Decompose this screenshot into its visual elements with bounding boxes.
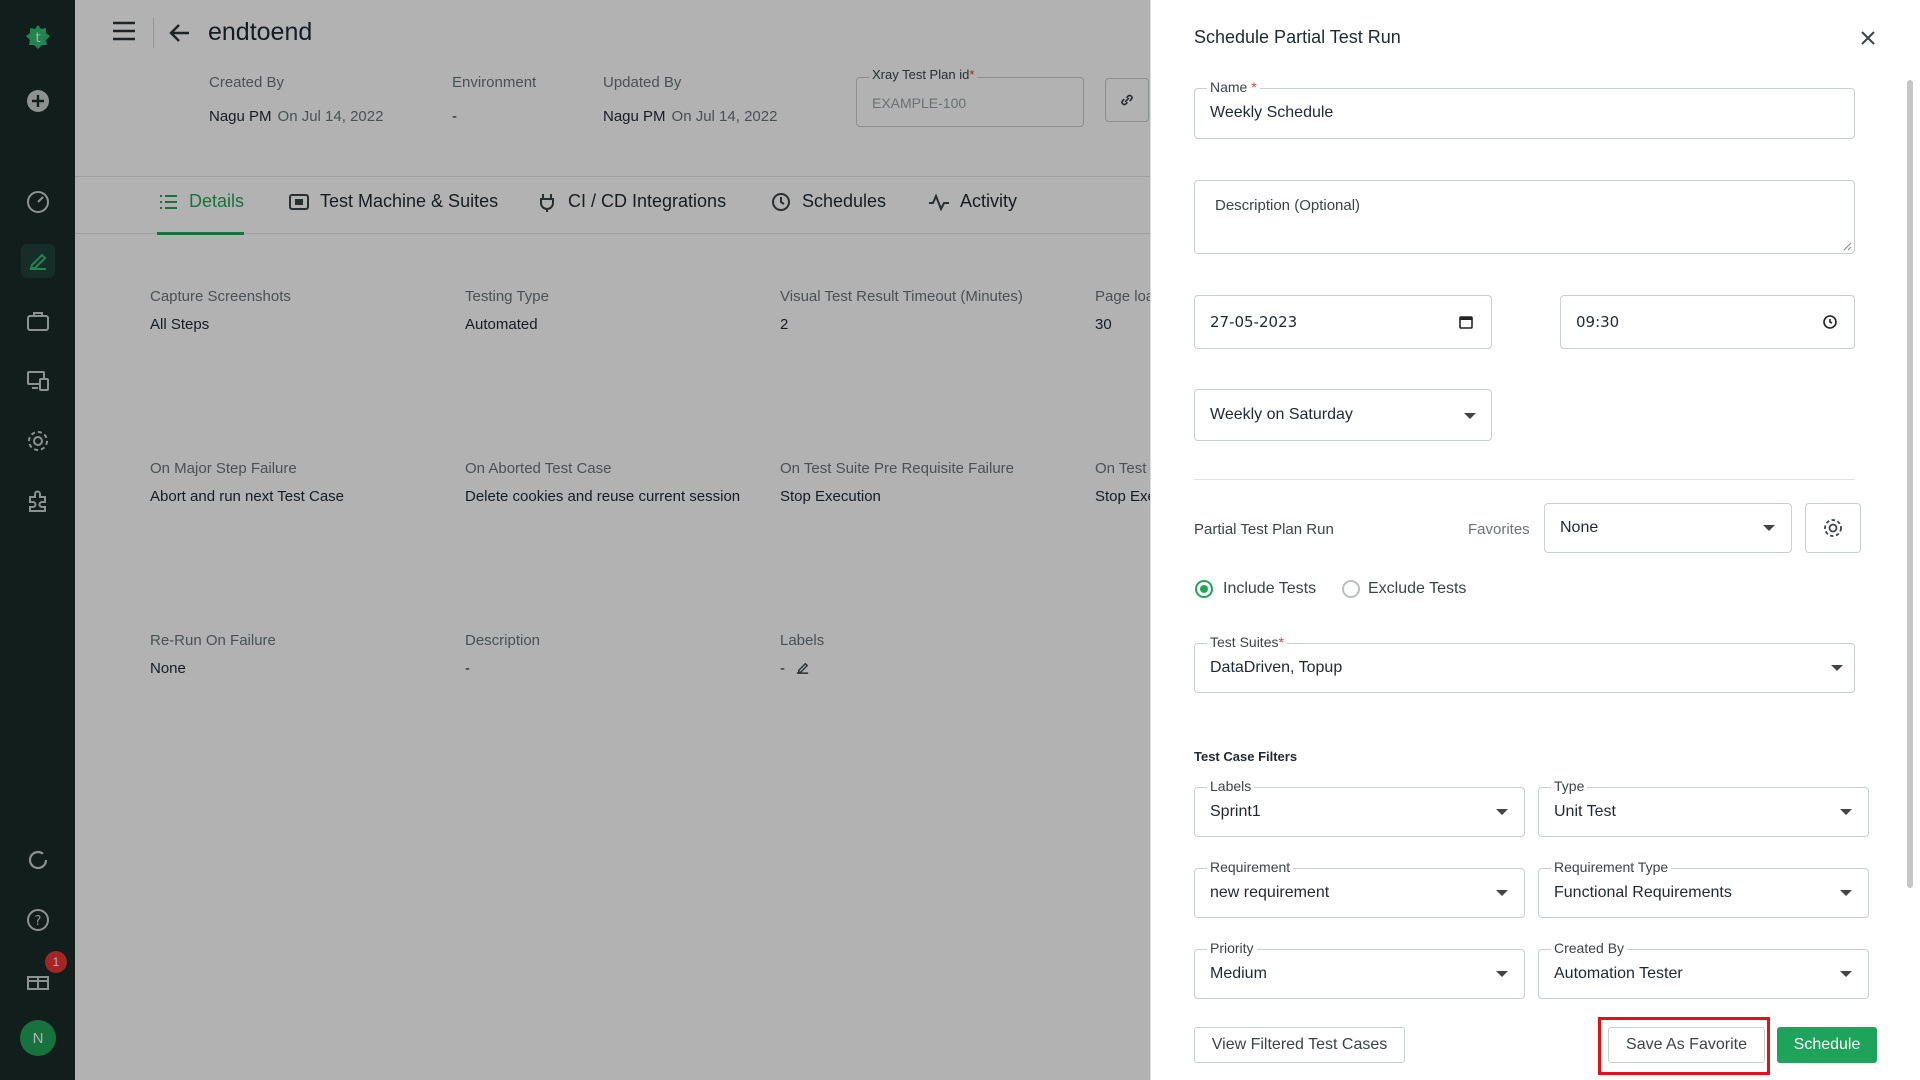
drawer-scrollbar[interactable] (1907, 80, 1913, 888)
exclude-tests-label[interactable]: Exclude Tests (1368, 580, 1466, 598)
drawer-title: Schedule Partial Test Run (1194, 27, 1401, 47)
test-case-filters-heading: Test Case Filters (1194, 749, 1298, 764)
labels-filter-label: Labels (1207, 778, 1255, 794)
clock-icon[interactable] (1822, 314, 1838, 330)
include-tests-radio[interactable] (1195, 580, 1213, 598)
priority-filter-value: Medium (1210, 965, 1267, 982)
calendar-icon[interactable] (1458, 314, 1474, 330)
created-by-filter-select[interactable]: Created By Automation Tester (1538, 940, 1869, 999)
type-filter-value: Unit Test (1554, 803, 1616, 820)
name-value: Weekly Schedule (1210, 104, 1334, 121)
requirement-filter-value: new requirement (1210, 884, 1330, 901)
test-suites-value: DataDriven, Topup (1210, 659, 1343, 676)
resize-handle-icon[interactable] (1842, 241, 1852, 251)
priority-filter-select[interactable]: Priority Medium (1194, 940, 1525, 999)
test-suites-select[interactable]: Test Suites* DataDriven, Topup (1194, 634, 1855, 693)
recurrence-select[interactable]: Weekly on Saturday (1194, 389, 1492, 441)
test-suites-label: Test Suites (1210, 634, 1279, 650)
type-filter-label: Type (1551, 778, 1588, 794)
required-mark: * (1278, 634, 1284, 650)
time-input[interactable]: 09:30 (1560, 295, 1855, 349)
requirement-type-filter-value: Functional Requirements (1554, 884, 1732, 901)
date-value: 27-05-2023 (1210, 313, 1298, 331)
priority-filter-label: Priority (1207, 940, 1257, 956)
description-field[interactable]: Description (Optional) (1194, 180, 1855, 254)
chevron-down-icon (1464, 413, 1476, 419)
favorites-label: Favorites (1468, 521, 1530, 538)
chevron-down-icon (1496, 971, 1508, 977)
modal-backdrop[interactable] (0, 0, 1150, 1080)
exclude-tests-radio[interactable] (1342, 580, 1360, 598)
requirement-filter-select[interactable]: Requirement new requirement (1194, 859, 1525, 918)
created-by-filter-value: Automation Tester (1554, 965, 1683, 982)
type-filter-select[interactable]: Type Unit Test (1538, 778, 1869, 837)
recurrence-value: Weekly on Saturday (1210, 406, 1353, 423)
favorites-value: None (1560, 519, 1599, 536)
name-field[interactable]: Name * Weekly Schedule (1194, 79, 1855, 139)
highlight-box (1598, 1017, 1770, 1075)
chevron-down-icon (1840, 809, 1852, 815)
created-by-filter-label: Created By (1551, 940, 1628, 956)
schedule-button[interactable]: Schedule (1777, 1027, 1877, 1063)
schedule-partial-run-drawer: Schedule Partial Test Run Name * Weekly … (1150, 0, 1920, 1080)
labels-filter-select[interactable]: Labels Sprint1 (1194, 778, 1525, 837)
chevron-down-icon (1840, 890, 1852, 896)
date-input[interactable]: 27-05-2023 (1194, 295, 1492, 349)
required-mark: * (1251, 79, 1257, 95)
requirement-filter-label: Requirement (1207, 859, 1294, 875)
chevron-down-icon (1831, 665, 1843, 671)
time-value: 09:30 (1576, 313, 1620, 331)
chevron-down-icon (1840, 971, 1852, 977)
requirement-type-filter-select[interactable]: Requirement Type Functional Requirements (1538, 859, 1869, 918)
labels-filter-value: Sprint1 (1210, 803, 1261, 820)
section-divider (1194, 479, 1855, 480)
chevron-down-icon (1496, 890, 1508, 896)
favorites-select[interactable]: None (1544, 503, 1792, 553)
gear-icon (1824, 519, 1842, 537)
close-icon[interactable] (1856, 26, 1880, 50)
requirement-type-filter-label: Requirement Type (1551, 859, 1672, 875)
name-label: Name (1210, 79, 1248, 95)
view-filtered-test-cases-button[interactable]: View Filtered Test Cases (1194, 1027, 1405, 1063)
partial-run-label: Partial Test Plan Run (1194, 521, 1334, 538)
include-tests-label[interactable]: Include Tests (1223, 580, 1316, 598)
favorites-settings-button[interactable] (1805, 503, 1861, 553)
chevron-down-icon (1763, 525, 1775, 531)
description-placeholder: Description (Optional) (1215, 197, 1361, 214)
chevron-down-icon (1496, 809, 1508, 815)
